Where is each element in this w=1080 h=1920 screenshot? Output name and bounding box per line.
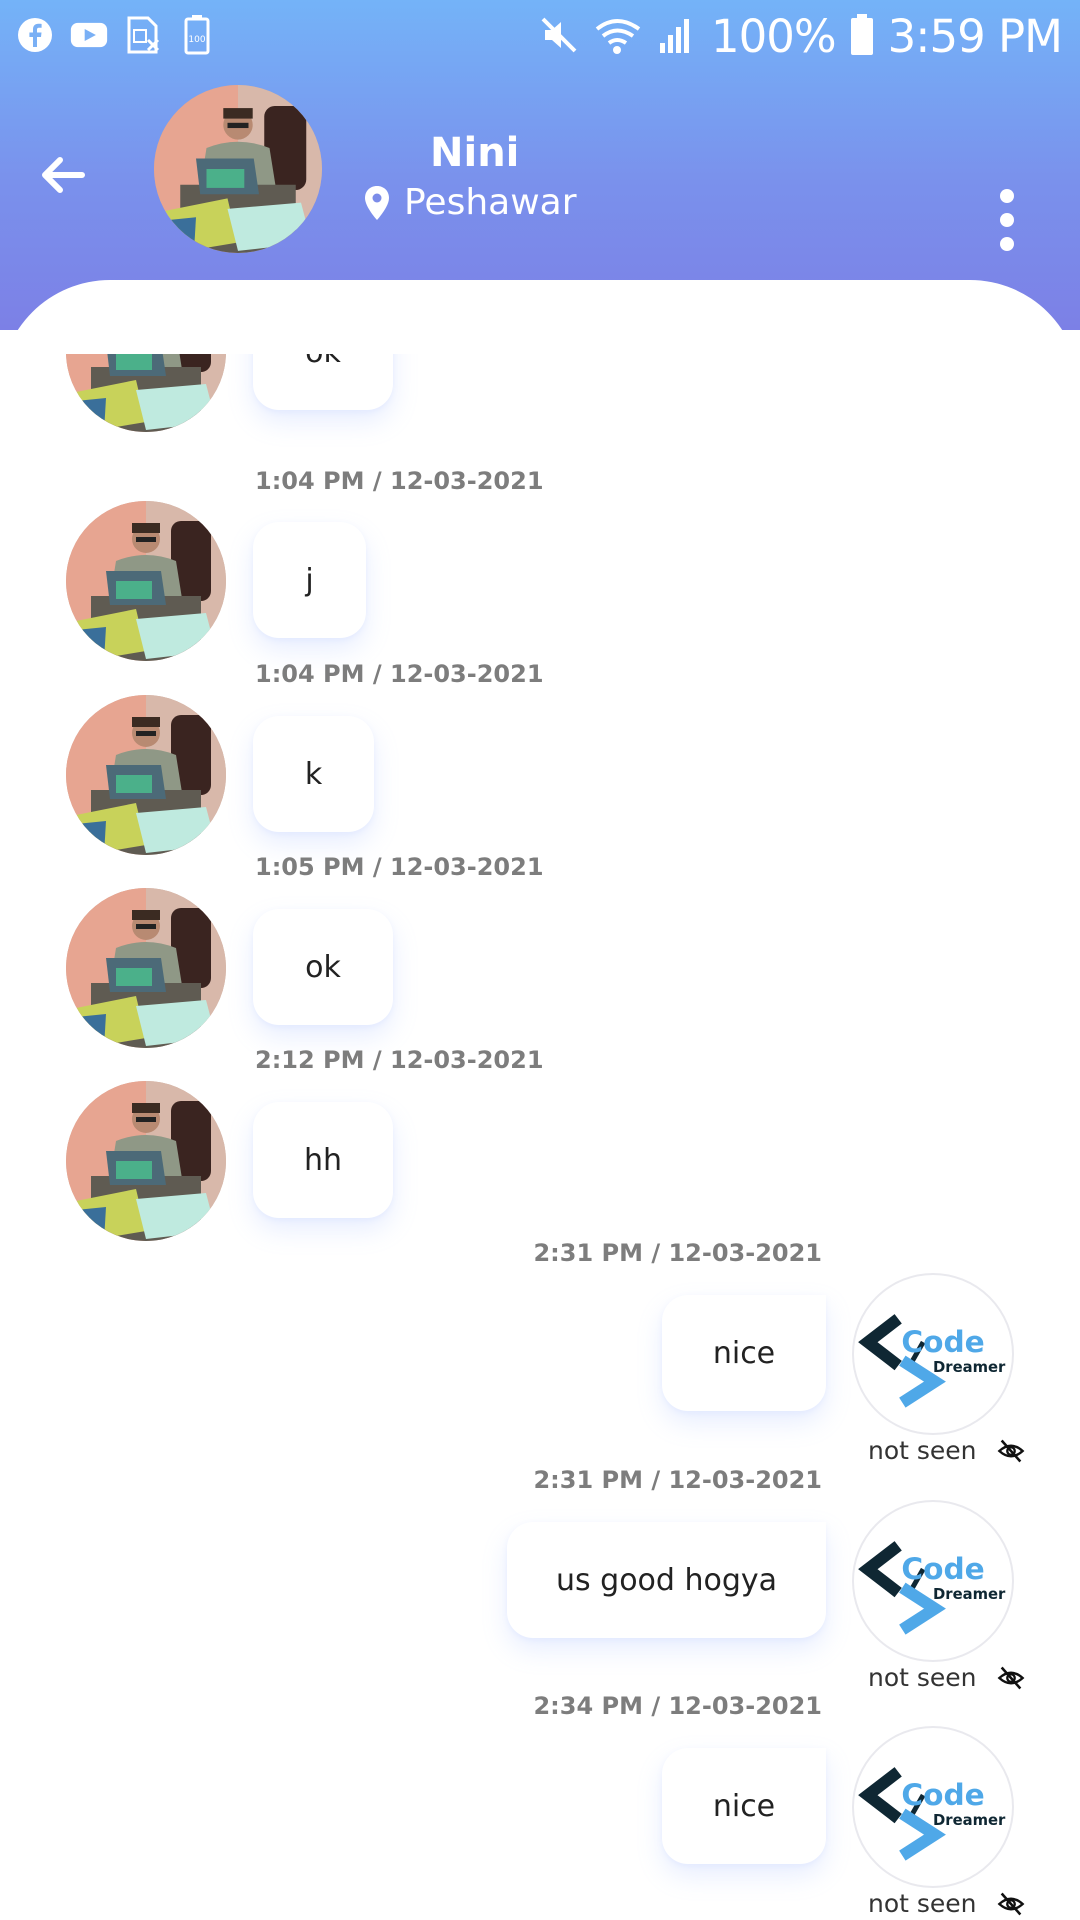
chat-panel: ok 1:04 PM / 12-03-2021 j 1:04 PM / 12-0…	[0, 280, 1080, 1920]
wifi-icon	[593, 15, 643, 59]
message-bubble[interactable]: hh	[253, 1102, 393, 1218]
eye-off-icon	[997, 1890, 1025, 1918]
message-bubble[interactable]: j	[253, 522, 366, 638]
message-bubble[interactable]: k	[253, 716, 374, 832]
svg-text:100: 100	[188, 35, 205, 45]
avatar	[66, 1081, 226, 1241]
message-timestamp: 2:34 PM / 12-03-2021	[533, 1692, 822, 1720]
read-status: not seen	[868, 1663, 1025, 1692]
message-timestamp: 2:31 PM / 12-03-2021	[533, 1466, 822, 1494]
back-button[interactable]	[36, 148, 90, 202]
message-timestamp: 1:04 PM / 12-03-2021	[255, 660, 544, 688]
more-options-button[interactable]	[990, 188, 1024, 252]
message-timestamp: 2:12 PM / 12-03-2021	[255, 1046, 544, 1074]
message-list[interactable]: ok 1:04 PM / 12-03-2021 j 1:04 PM / 12-0…	[0, 354, 1080, 1920]
battery-saver-icon: 100	[178, 15, 216, 55]
message-bubble[interactable]: ok	[253, 354, 393, 410]
facebook-icon	[16, 16, 54, 54]
avatar	[66, 501, 226, 661]
read-status: not seen	[868, 1436, 1025, 1465]
avatar	[66, 695, 226, 855]
sim-icon	[124, 16, 162, 54]
message-bubble[interactable]: us good hogya	[507, 1522, 826, 1638]
arrow-left-icon	[42, 157, 85, 193]
avatar	[66, 888, 226, 1048]
youtube-icon	[70, 16, 108, 54]
system-status: 100% 3:59 PM	[539, 10, 1063, 63]
mute-icon	[539, 15, 579, 59]
my-avatar	[852, 1273, 1014, 1435]
clock: 3:59 PM	[887, 10, 1063, 63]
message-timestamp: 2:31 PM / 12-03-2021	[533, 1239, 822, 1267]
contact-location: Peshawar	[364, 182, 577, 223]
battery-percent: 100%	[711, 10, 837, 63]
eye-off-icon	[997, 1664, 1025, 1692]
status-bar: 100 100% 3:59 PM	[0, 0, 1080, 72]
message-timestamp: 1:04 PM / 12-03-2021	[255, 467, 544, 495]
location-pin-icon	[365, 185, 389, 220]
eye-off-icon	[997, 1437, 1025, 1465]
message-timestamp: 1:05 PM / 12-03-2021	[255, 853, 544, 881]
contact-name: Nini	[430, 130, 520, 176]
more-vertical-icon	[1000, 189, 1014, 251]
read-status: not seen	[868, 1889, 1025, 1918]
contact-avatar[interactable]	[154, 85, 322, 253]
notification-icons: 100	[16, 15, 216, 55]
message-bubble[interactable]: nice	[662, 1748, 826, 1864]
message-bubble[interactable]: nice	[662, 1295, 826, 1411]
avatar	[66, 354, 226, 432]
my-avatar	[852, 1500, 1014, 1662]
my-avatar	[852, 1726, 1014, 1888]
signal-icon	[657, 15, 697, 59]
message-bubble[interactable]: ok	[253, 909, 393, 1025]
battery-icon	[850, 13, 874, 60]
